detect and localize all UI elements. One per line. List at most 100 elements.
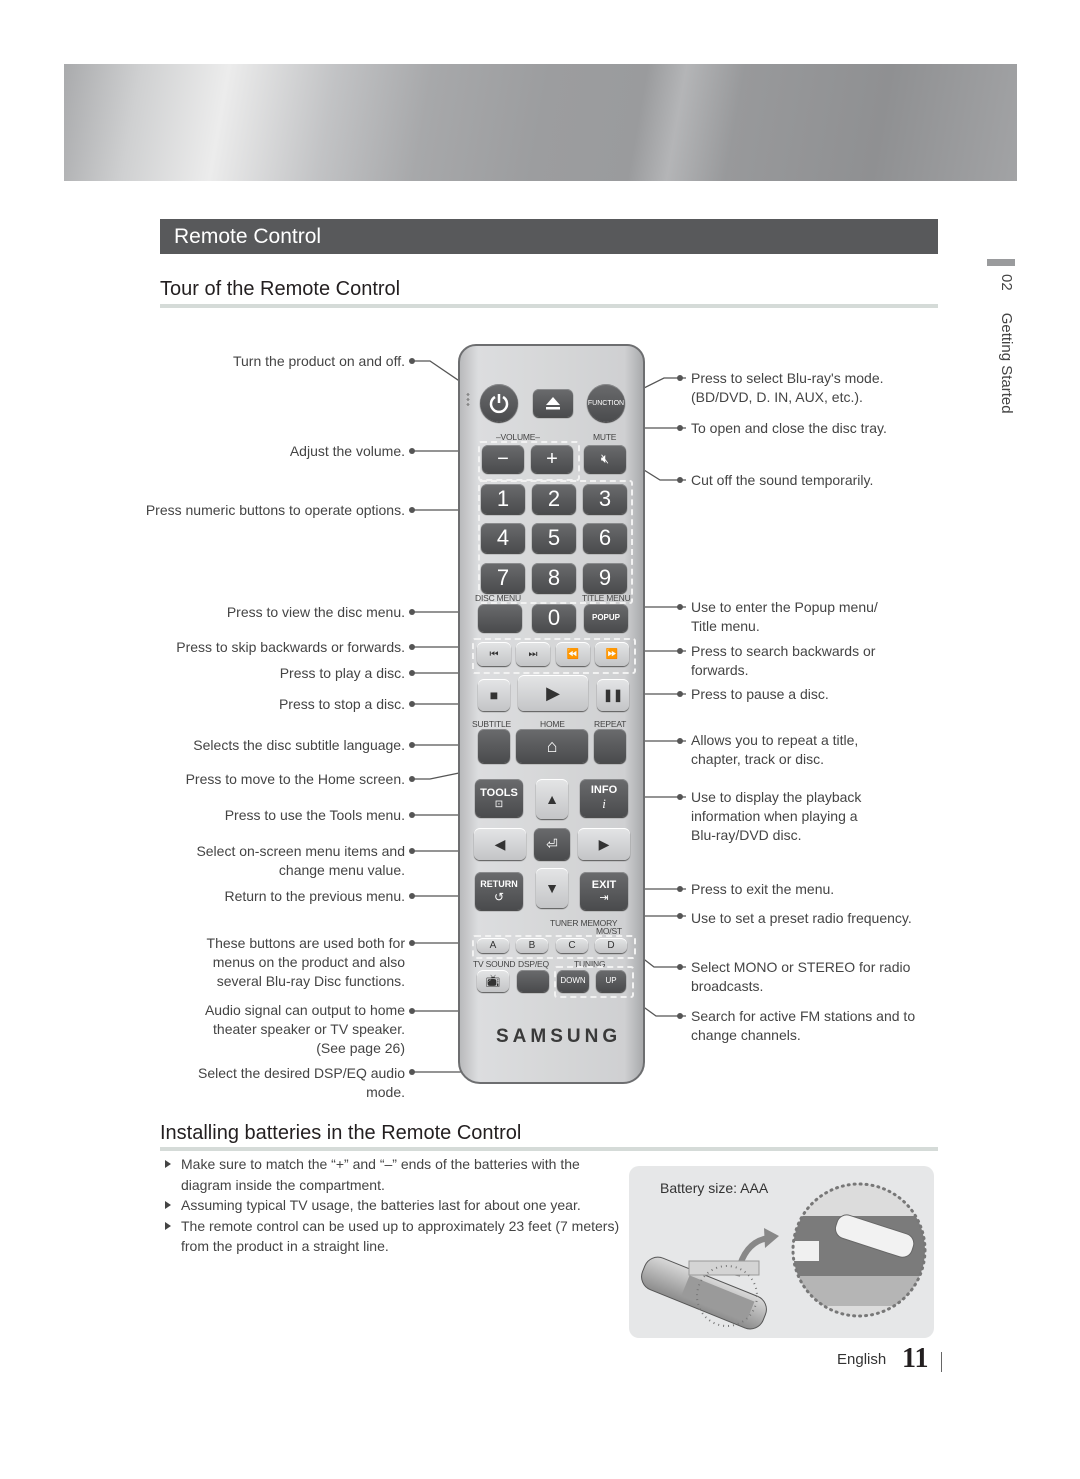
digit-4-button[interactable]: 4 [481, 523, 525, 553]
volume-up-button[interactable]: + [531, 445, 573, 473]
digit-9-button[interactable]: 9 [583, 563, 627, 593]
callout-dot [677, 477, 683, 483]
battery-diagram: Battery size: AAA [629, 1166, 934, 1338]
callout-dot [409, 358, 415, 364]
title-menu-label: TITLE MENU [582, 593, 631, 603]
digit-1-button[interactable]: 1 [481, 484, 525, 514]
callout-tuner-memory: Use to set a preset radio frequency. [691, 910, 912, 926]
exit-icon: ⇥ [599, 891, 609, 904]
tools-icon: ⊡ [494, 798, 504, 810]
callout-repeat: Allows you to repeat a title, chapter, t… [691, 732, 859, 767]
callout-dot [409, 507, 415, 513]
arrow-up-icon: ▲ [545, 791, 559, 807]
callout-search: Press to search backwards or forwards. [691, 643, 876, 678]
callout-dot [409, 609, 415, 615]
dsp-eq-button[interactable] [517, 970, 549, 992]
nav-up-button[interactable]: ▲ [536, 779, 568, 819]
d-button[interactable]: D [595, 938, 627, 953]
arrow-down-icon: ▼ [545, 880, 559, 896]
digit-7-button[interactable]: 7 [481, 563, 525, 593]
tools-button[interactable]: TOOLS ⊡ [475, 779, 523, 817]
callout-subtitle: Selects the disc subtitle language. [193, 737, 405, 753]
page-number: 11 [902, 1343, 929, 1374]
callout-play: Press to play a disc. [279, 665, 405, 681]
info-button[interactable]: INFO i [580, 779, 628, 817]
callout-disc-menu: Press to view the disc menu. [226, 604, 405, 620]
function-button[interactable]: FUNCTION [587, 384, 625, 422]
callout-dot [409, 893, 415, 899]
rewind-icon: ⏪ [566, 648, 580, 660]
battery-illustration [641, 1182, 927, 1330]
disc-menu-label: DISC MENU [475, 593, 521, 603]
digit-3-button[interactable]: 3 [583, 484, 627, 514]
dsp-eq-label: DSP/EQ [518, 959, 549, 969]
popup-button[interactable]: POPUP [584, 604, 628, 632]
batteries-heading: Installing batteries in the Remote Contr… [160, 1122, 522, 1144]
fast-forward-icon: ⏩ [605, 648, 619, 660]
rewind-button[interactable]: ⏪ [556, 642, 590, 666]
nav-left-button[interactable]: ◀ [474, 828, 526, 860]
nav-down-button[interactable]: ▼ [536, 868, 568, 908]
bullet-arrow-icon [165, 1221, 171, 1230]
digit-2-button[interactable]: 2 [532, 484, 576, 514]
exit-button[interactable]: EXIT ⇥ [580, 872, 628, 910]
digit-8-button[interactable]: 8 [532, 563, 576, 593]
disc-menu-button[interactable] [478, 604, 522, 632]
callout-info: Use to display the playback information … [691, 789, 862, 843]
callout-dot [677, 691, 683, 697]
callout-dot [409, 1008, 415, 1014]
callout-dot [409, 848, 415, 854]
callout-numeric: Press numeric buttons to operate options… [145, 502, 405, 518]
callout-exit: Press to exit the menu. [691, 881, 835, 897]
eject-button[interactable] [533, 389, 573, 417]
bullet-arrow-icon [165, 1160, 171, 1168]
return-icon: ↺ [493, 890, 505, 904]
play-button[interactable]: ▶ [518, 675, 588, 711]
digit-5-button[interactable]: 5 [532, 523, 576, 553]
tuning-up-button[interactable]: UP [596, 970, 626, 992]
callout-dot [409, 1069, 415, 1075]
tv-sound-label: TV SOUND [473, 959, 516, 969]
callout-dot [409, 742, 415, 748]
samsung-logo: SAMSUNG [496, 1026, 622, 1047]
return-button[interactable]: RETURN ↺ [475, 872, 523, 910]
mute-icon: 🔇︎ [600, 451, 610, 466]
remote-control-illustration: FUNCTION –VOLUME– MUTE − + 🔇︎ 1 2 3 4 5 … [458, 344, 645, 1084]
stop-button[interactable]: ■ [478, 679, 510, 711]
skip-forward-button[interactable]: ⏭ [516, 642, 550, 666]
callout-navigation: Select on-screen menu items and change m… [196, 843, 405, 878]
battery-instructions: Make sure to match the “+” and “–” ends … [160, 1154, 620, 1257]
callout-dot [677, 886, 683, 892]
stop-icon: ■ [489, 687, 499, 703]
callout-dot [409, 776, 415, 782]
home-button[interactable]: ⌂ [516, 729, 588, 763]
mute-label: MUTE [593, 432, 617, 442]
tv-sound-button[interactable]: 📺︎ [477, 970, 509, 992]
repeat-button[interactable] [594, 729, 626, 763]
nav-right-button[interactable]: ▶ [578, 828, 630, 860]
c-button[interactable]: C [556, 938, 588, 953]
skip-back-icon: ⏮ [489, 648, 499, 660]
digit-0-button[interactable]: 0 [532, 604, 576, 632]
bullet-arrow-icon [165, 1201, 171, 1209]
pause-button[interactable]: ❚❚ [597, 679, 629, 711]
callout-eject: To open and close the disc tray. [691, 420, 887, 436]
subtitle-label: SUBTITLE [472, 719, 512, 729]
b-button[interactable]: B [516, 938, 548, 953]
play-icon: ▶ [546, 682, 560, 703]
enter-button[interactable]: ⏎ [534, 828, 570, 860]
a-button[interactable]: A [477, 938, 509, 953]
subtitle-button[interactable] [478, 729, 510, 763]
enter-icon: ⏎ [546, 835, 558, 852]
volume-down-button[interactable]: − [482, 445, 524, 473]
mute-button[interactable]: 🔇︎ [584, 445, 626, 473]
tuning-down-button[interactable]: DOWN [557, 970, 589, 992]
power-button[interactable] [480, 384, 518, 422]
repeat-label: REPEAT [594, 719, 627, 729]
fast-forward-button[interactable]: ⏩ [595, 642, 629, 666]
tv-icon: 📺︎ [485, 974, 501, 988]
callout-dot [677, 738, 683, 744]
skip-back-button[interactable]: ⏮ [477, 642, 511, 666]
callout-dot [677, 425, 683, 431]
digit-6-button[interactable]: 6 [583, 523, 627, 553]
